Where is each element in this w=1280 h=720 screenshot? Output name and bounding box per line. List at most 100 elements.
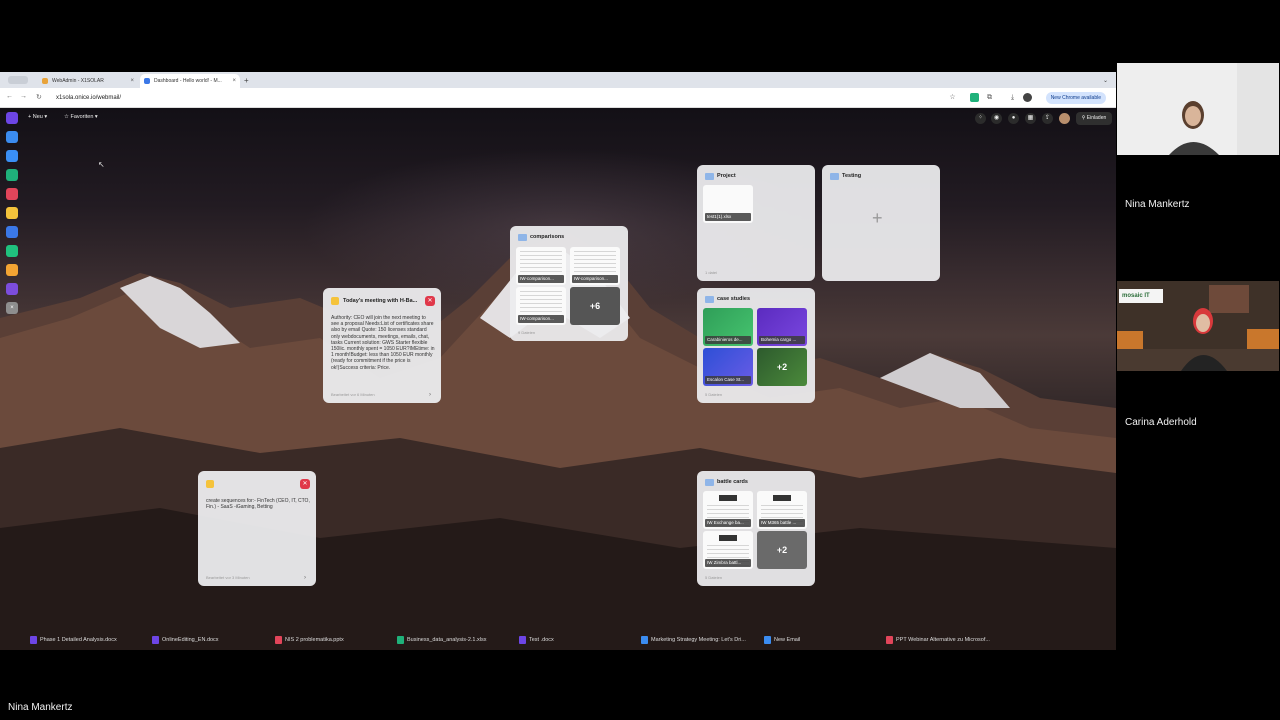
tab-dashboard[interactable]: Dashboard - Hello world! - M... × [140,74,240,88]
note-widget-meeting[interactable]: Today's meeting with H-Ba... ✕ Authority… [323,288,441,403]
new-button[interactable]: + Neu ▾ [28,114,47,120]
message-icon[interactable]: ● [1008,113,1019,124]
presentation-icon [275,636,282,644]
note-title: Today's meeting with H-Ba... [343,298,418,304]
invite-button[interactable]: ⚲ Einladen [1076,112,1112,125]
calendar-app-icon[interactable] [6,188,18,200]
delete-icon[interactable]: ✕ [300,479,310,489]
more-files-button[interactable]: +2 [757,348,807,386]
tab-list-chevron-icon[interactable]: ⌄ [1103,74,1108,88]
tasks-app-icon[interactable] [6,283,18,295]
note-icon [206,480,214,488]
widget-header: comparisons [518,233,618,243]
forward-icon[interactable]: → [20,93,27,100]
download-icon[interactable]: ⤓ [1008,93,1017,102]
upload-icon[interactable]: ⇪ [1042,113,1053,124]
folder-widget-battle-cards[interactable]: battle cards IW Exchange ba... IW M365 b… [697,471,815,586]
taskbar-item[interactable]: PPT Webinar Alternative zu Microsof... [886,635,990,645]
tab-webadmin[interactable]: WebAdmin - X1SOLAR × [38,74,138,88]
chat-app-icon[interactable] [6,169,18,181]
file-thumbnail[interactable]: IW Exchange ba... [703,491,753,529]
widget-footer: 9 Dateien [518,330,536,335]
meeting-screen: WebAdmin - X1SOLAR × Dashboard - Hello w… [0,0,1280,720]
note-footer: Bearbeitet vor 3 Minuten [206,575,250,580]
file-name: IW-comparison... [572,275,618,283]
widget-title: comparisons [530,234,565,240]
favorites-button[interactable]: ☆ Favoriten ▾ [64,114,98,120]
folder-widget-comparisons[interactable]: comparisons IW-comparison... IW-comparis… [510,226,628,341]
folder-icon [705,173,714,180]
folder-widget-case-studies[interactable]: case studies Carabinieros de... Bohemia … [697,288,815,403]
file-thumbnail[interactable]: Carabinieros de... [703,308,753,346]
tab-label: WebAdmin - X1SOLAR [52,78,104,84]
address-bar: ← → ↻ x1sola.onice.io/webmail/ ☆ ⧉ ⤓ New… [0,88,1116,108]
meetings-app-icon[interactable] [6,245,18,257]
file-thumbnail[interactable]: IW Zimbra battl... [703,531,753,569]
folder-widget-project[interactable]: Project test1(1).xlsx 1 datei [697,165,815,281]
slide-logo [719,495,737,501]
file-thumbnail[interactable]: Bohemia cargo ... [757,308,807,346]
update-chrome-button[interactable]: New Chrome available [1045,92,1106,104]
settings-app-icon[interactable]: × [6,302,18,314]
more-files-button[interactable]: +2 [757,531,807,569]
close-icon[interactable]: × [130,74,134,88]
mail-app-icon[interactable] [6,131,18,143]
reload-icon[interactable]: ↻ [36,93,42,101]
close-icon[interactable]: × [232,74,236,88]
taskbar-item[interactable]: Marketing Strategy Meeting: Let's Dri... [641,635,746,645]
chat-icon[interactable]: ◉ [991,113,1002,124]
taskbar-item-label: NIS 2 problematika.pptx [285,637,344,643]
taskbar-item-label: Marketing Strategy Meeting: Let's Dri... [651,637,746,643]
file-name: Bohemia cargo ... [759,336,805,344]
extensions-puzzle-icon[interactable]: ⧉ [985,93,994,102]
notes-app-icon[interactable] [6,207,18,219]
extension-icon[interactable] [970,93,979,102]
back-icon[interactable]: ← [6,93,13,100]
widget-header: Project [705,172,805,182]
note-widget-sequences[interactable]: ✕ create sequences for:- FinTech (CEO, I… [198,471,316,586]
apps-grid-icon[interactable]: ⁘ [975,113,986,124]
profile-avatar[interactable] [1023,93,1032,102]
slide-logo [719,535,737,541]
file-name: IW-comparison... [518,275,564,283]
tab-search-control[interactable] [8,76,28,84]
chevron-right-icon[interactable]: › [304,575,306,581]
taskbar-item[interactable]: Business_data_analysis-2.1.xlsx [397,635,487,645]
more-files-button[interactable]: +6 [570,287,620,325]
url-field[interactable]: x1sola.onice.io/webmail/ [56,92,936,104]
delete-icon[interactable]: ✕ [425,296,435,306]
chevron-right-icon[interactable]: › [429,392,431,398]
file-thumbnail[interactable]: IW-comparison... [516,287,566,325]
bookmark-star-icon[interactable]: ☆ [948,93,957,102]
taskbar-item[interactable]: NIS 2 problematika.pptx [275,635,344,645]
widget-title: case studies [717,296,751,302]
presenter-name: Nina Mankertz [8,702,73,713]
widget-footer: 5 Dateien [705,575,723,580]
file-name: IW-comparison... [518,315,564,323]
app-launcher-icon[interactable] [6,112,18,124]
new-tab-button[interactable]: + [244,74,249,88]
file-thumbnail[interactable]: Escalon Case St... [703,348,753,386]
file-thumbnail[interactable]: IW-comparison... [570,247,620,285]
folder-widget-testing[interactable]: Testing + [822,165,940,281]
file-name: test1(1).xlsx [705,213,751,221]
taskbar-item[interactable]: Phase 1 Detailed Analysis.docx [30,635,117,645]
file-thumbnail[interactable]: test1(1).xlsx [703,185,753,223]
document-icon [519,636,526,644]
add-file-icon[interactable]: + [872,209,883,227]
user-avatar[interactable] [1059,113,1070,124]
meeting-icon [641,636,648,644]
taskbar-item[interactable]: Test .docx [519,635,554,645]
taskbar-item[interactable]: OnlineEditing_EN.docx [152,635,219,645]
file-name: IW M365 battle ... [759,519,805,527]
contacts-app-icon[interactable] [6,150,18,162]
drive-app-icon[interactable] [6,226,18,238]
taskbar-item-label: Test .docx [529,637,554,643]
taskbar-item[interactable]: New Email [764,635,800,645]
files-app-icon[interactable] [6,264,18,276]
folder-icon [705,296,714,303]
file-thumbnail[interactable]: IW-comparison... [516,247,566,285]
calendar-icon[interactable]: ▦ [1025,113,1036,124]
file-thumbnail[interactable]: IW M365 battle ... [757,491,807,529]
widget-title: Project [717,173,736,179]
